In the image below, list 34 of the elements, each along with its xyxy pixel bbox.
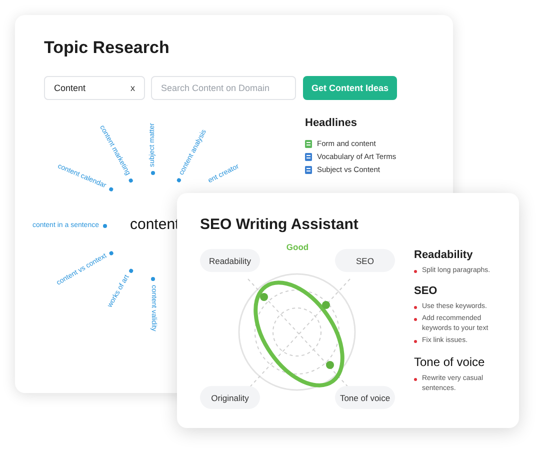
axis-label: Originality (200, 386, 260, 409)
section-heading: Tone of voice (414, 355, 486, 369)
node-dot (108, 186, 114, 192)
bullet-icon (414, 318, 417, 321)
document-icon (305, 140, 312, 148)
clear-button[interactable]: x (130, 83, 135, 93)
axis-label: SEO (334, 249, 395, 272)
get-content-ideas-button[interactable]: Get Content Ideas (303, 76, 397, 100)
topic-field[interactable]: Content x (44, 76, 145, 100)
node-dot (176, 178, 182, 183)
node-dot (151, 171, 155, 175)
score-point (260, 293, 268, 301)
section-heading: Readability (414, 249, 474, 261)
axis-label: Readability (200, 249, 260, 272)
node-dot (128, 268, 134, 274)
bullet-icon (414, 270, 417, 273)
headlines-title: Headlines (305, 117, 358, 129)
node-dot (108, 250, 114, 256)
document-icon (305, 166, 312, 174)
score-rating: Good (286, 242, 309, 252)
node-dot (128, 178, 134, 183)
score-point (322, 301, 330, 309)
node-dot (103, 224, 107, 228)
axis-label: Tone of voice (335, 386, 395, 409)
card-title: SEO Writing Assistant (200, 216, 360, 233)
section-heading: SEO (414, 285, 438, 297)
domain-search-field[interactable]: Search Content on Domain (151, 76, 296, 100)
bullet-icon (414, 378, 417, 381)
document-icon (305, 152, 312, 160)
score-point (326, 361, 334, 369)
card-title: Topic Research (44, 38, 170, 58)
node-dot (151, 277, 155, 281)
bullet-icon (414, 340, 417, 343)
bullet-icon (414, 306, 417, 309)
